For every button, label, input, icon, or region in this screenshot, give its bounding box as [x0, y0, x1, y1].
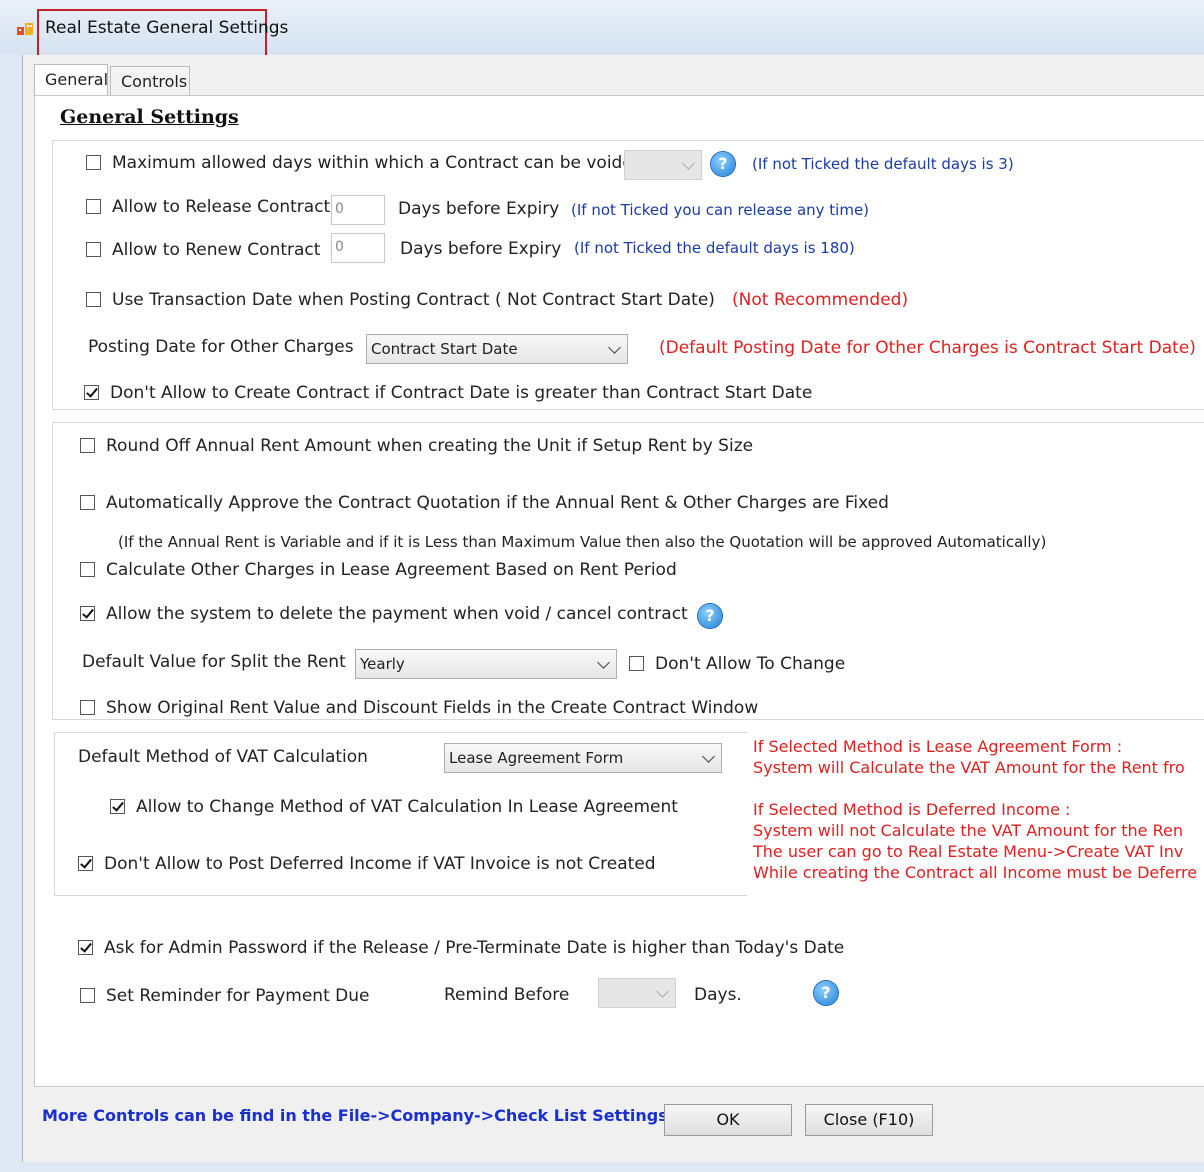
max-void-checkbox[interactable] [86, 155, 101, 170]
vat-method-label: Default Method of VAT Calculation [78, 747, 368, 767]
transaction-date-checkbox[interactable] [86, 292, 101, 307]
vat-info-line: The user can go to Real Estate Menu->Cre… [753, 842, 1184, 861]
check-list-settings-link[interactable]: More Controls can be find in the File->C… [42, 1106, 668, 1125]
split-rent-label: Default Value for Split the Rent [82, 652, 346, 672]
transaction-date-label: Use Transaction Date when Posting Contra… [112, 290, 715, 310]
dont-post-deferred-checkbox[interactable] [78, 856, 93, 871]
vat-info-line: System will not Calculate the VAT Amount… [753, 821, 1183, 840]
vat-info-line: If Selected Method is Deferred Income : [753, 800, 1071, 819]
posting-date-label: Posting Date for Other Charges [88, 337, 354, 357]
calc-other-label: Calculate Other Charges in Lease Agreeme… [106, 560, 677, 580]
show-original-checkbox[interactable] [80, 700, 95, 715]
close-button[interactable]: Close (F10) [805, 1104, 933, 1136]
ok-button[interactable]: OK [664, 1104, 792, 1136]
chevron-down-icon [656, 985, 669, 998]
calc-other-checkbox[interactable] [80, 562, 95, 577]
admin-password-checkbox[interactable] [78, 940, 93, 955]
renew-suffix: Days before Expiry [400, 239, 562, 259]
renew-checkbox[interactable] [86, 242, 101, 257]
vat-info-line: While creating the Contract all Income m… [753, 863, 1198, 882]
release-label: Allow to Release Contract [112, 197, 331, 217]
max-void-days-select[interactable] [624, 150, 702, 180]
window-title: Real Estate General Settings [45, 18, 289, 38]
chevron-down-icon [608, 341, 621, 354]
reminder-checkbox[interactable] [80, 988, 95, 1003]
help-icon[interactable]: ? [698, 604, 722, 628]
not-recommended-note: (Not Recommended) [732, 290, 909, 310]
dont-post-deferred-label: Don't Allow to Post Deferred Income if V… [104, 854, 656, 874]
remind-days-select[interactable] [598, 978, 676, 1008]
help-icon[interactable]: ? [711, 152, 735, 176]
chevron-down-icon [682, 157, 695, 170]
renew-note: (If not Ticked the default days is 180) [574, 239, 855, 257]
delete-payment-checkbox[interactable] [80, 606, 95, 621]
vat-info-line: System will Calculate the VAT Amount for… [753, 758, 1185, 777]
reminder-label: Set Reminder for Payment Due [106, 986, 370, 1006]
dont-allow-change-checkbox[interactable] [629, 656, 644, 671]
renew-days-input[interactable]: 0 [331, 233, 385, 263]
show-original-label: Show Original Rent Value and Discount Fi… [106, 698, 759, 718]
dont-allow-change-label: Don't Allow To Change [655, 654, 846, 674]
dont-allow-contract-checkbox[interactable] [84, 385, 99, 400]
chevron-down-icon [702, 750, 715, 763]
delete-payment-label: Allow the system to delete the payment w… [106, 604, 688, 624]
vat-info-line: If Selected Method is Lease Agreement Fo… [753, 737, 1123, 756]
vat-method-select[interactable]: Lease Agreement Form [444, 743, 722, 773]
admin-password-label: Ask for Admin Password if the Release / … [104, 938, 845, 958]
max-void-label: Maximum allowed days within which a Cont… [112, 153, 644, 173]
allow-change-vat-checkbox[interactable] [110, 799, 125, 814]
app-icon [17, 23, 33, 35]
section-title: General Settings [60, 106, 239, 128]
settings-window: Real Estate General Settings General Con… [0, 0, 1204, 1172]
help-icon[interactable]: ? [814, 981, 838, 1005]
allow-change-vat-label: Allow to Change Method of VAT Calculatio… [136, 797, 678, 817]
days-label: Days. [694, 985, 742, 1005]
title-bar: Real Estate General Settings [0, 0, 1204, 57]
posting-date-select[interactable]: Contract Start Date [366, 334, 628, 364]
release-checkbox[interactable] [86, 199, 101, 214]
round-off-label: Round Off Annual Rent Amount when creati… [106, 436, 754, 456]
dont-allow-contract-label: Don't Allow to Create Contract if Contra… [110, 383, 813, 403]
chevron-down-icon [597, 656, 610, 669]
remind-before-label: Remind Before [444, 985, 570, 1005]
auto-approve-label: Automatically Approve the Contract Quota… [106, 493, 889, 513]
release-suffix: Days before Expiry [398, 199, 560, 219]
release-days-input[interactable]: 0 [331, 195, 385, 225]
auto-approve-checkbox[interactable] [80, 495, 95, 510]
tab-general[interactable]: General [34, 64, 108, 95]
auto-approve-note: (If the Annual Rent is Variable and if i… [118, 533, 1047, 551]
round-off-checkbox[interactable] [80, 438, 95, 453]
renew-label: Allow to Renew Contract [112, 240, 321, 260]
posting-date-note: (Default Posting Date for Other Charges … [659, 338, 1196, 358]
split-rent-select[interactable]: Yearly [355, 649, 617, 679]
contract-group [52, 140, 1204, 410]
release-note: (If not Ticked you can release any time) [571, 201, 870, 219]
tab-controls[interactable]: Controls [110, 66, 190, 95]
max-void-note: (If not Ticked the default days is 3) [752, 155, 1014, 173]
